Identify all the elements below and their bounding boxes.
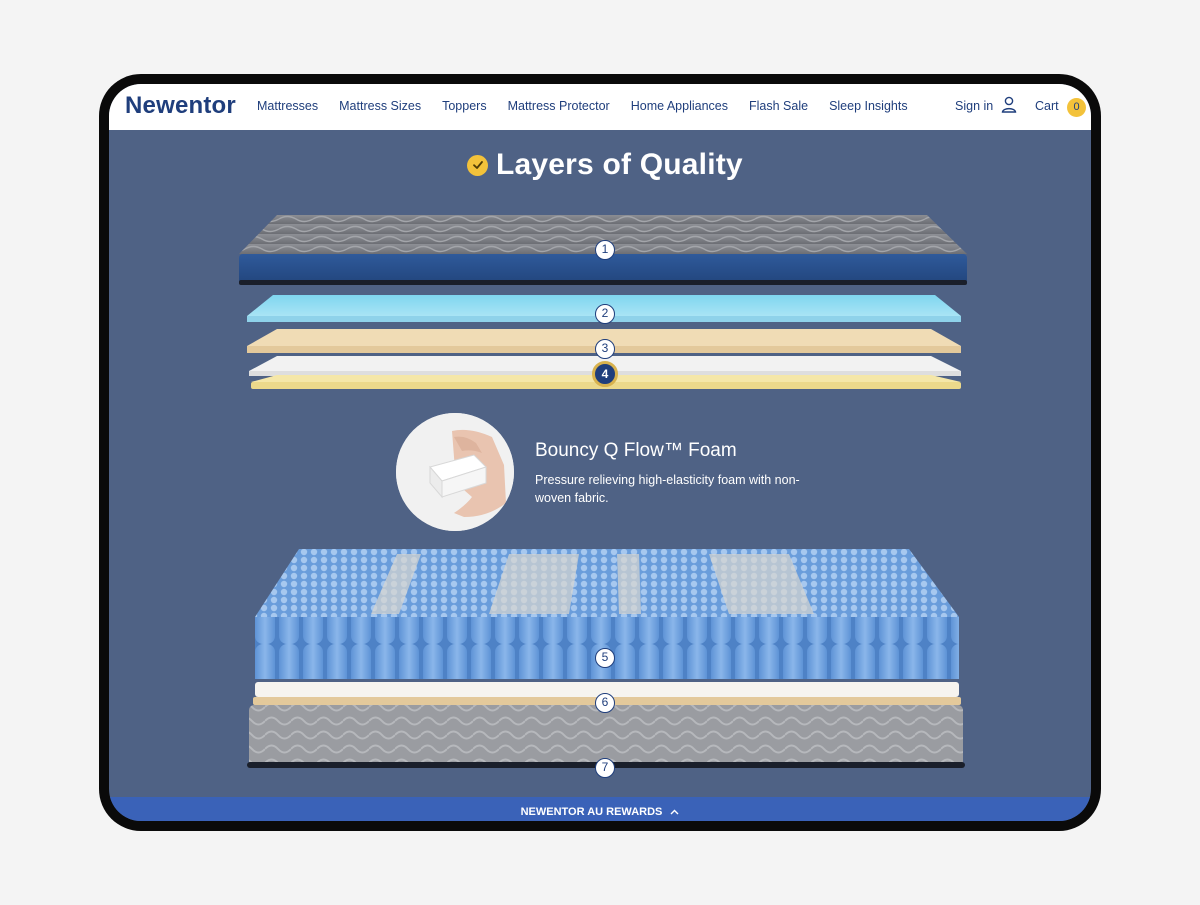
- hand-holding-foam-icon: [396, 413, 514, 531]
- tablet-frame: Newentor Mattresses Mattress Sizes Toppe…: [99, 74, 1101, 831]
- layer-marker-5[interactable]: 5: [595, 648, 615, 668]
- layer-marker-4[interactable]: 4: [592, 361, 618, 387]
- layer-marker-3[interactable]: 3: [595, 339, 615, 359]
- feature-title: Bouncy Q Flow™ Foam: [535, 440, 737, 461]
- foam-sample-image: [396, 413, 514, 531]
- rewards-bar[interactable]: NEWENTOR AU REWARDS: [109, 797, 1091, 821]
- layer-7-knit-base: [249, 705, 963, 766]
- chevron-up-icon: [670, 797, 679, 821]
- layer-marker-7[interactable]: 7: [595, 758, 615, 778]
- layer-marker-2[interactable]: 2: [595, 304, 615, 324]
- layer-marker-1[interactable]: 1: [595, 240, 615, 260]
- feature-description: Pressure relieving high-elasticity foam …: [535, 473, 800, 505]
- layer-5-spring-tops: [255, 549, 959, 617]
- screen: Newentor Mattresses Mattress Sizes Toppe…: [109, 84, 1091, 821]
- layer-marker-6[interactable]: 6: [595, 693, 615, 713]
- rewards-label: NEWENTOR AU REWARDS: [520, 806, 663, 818]
